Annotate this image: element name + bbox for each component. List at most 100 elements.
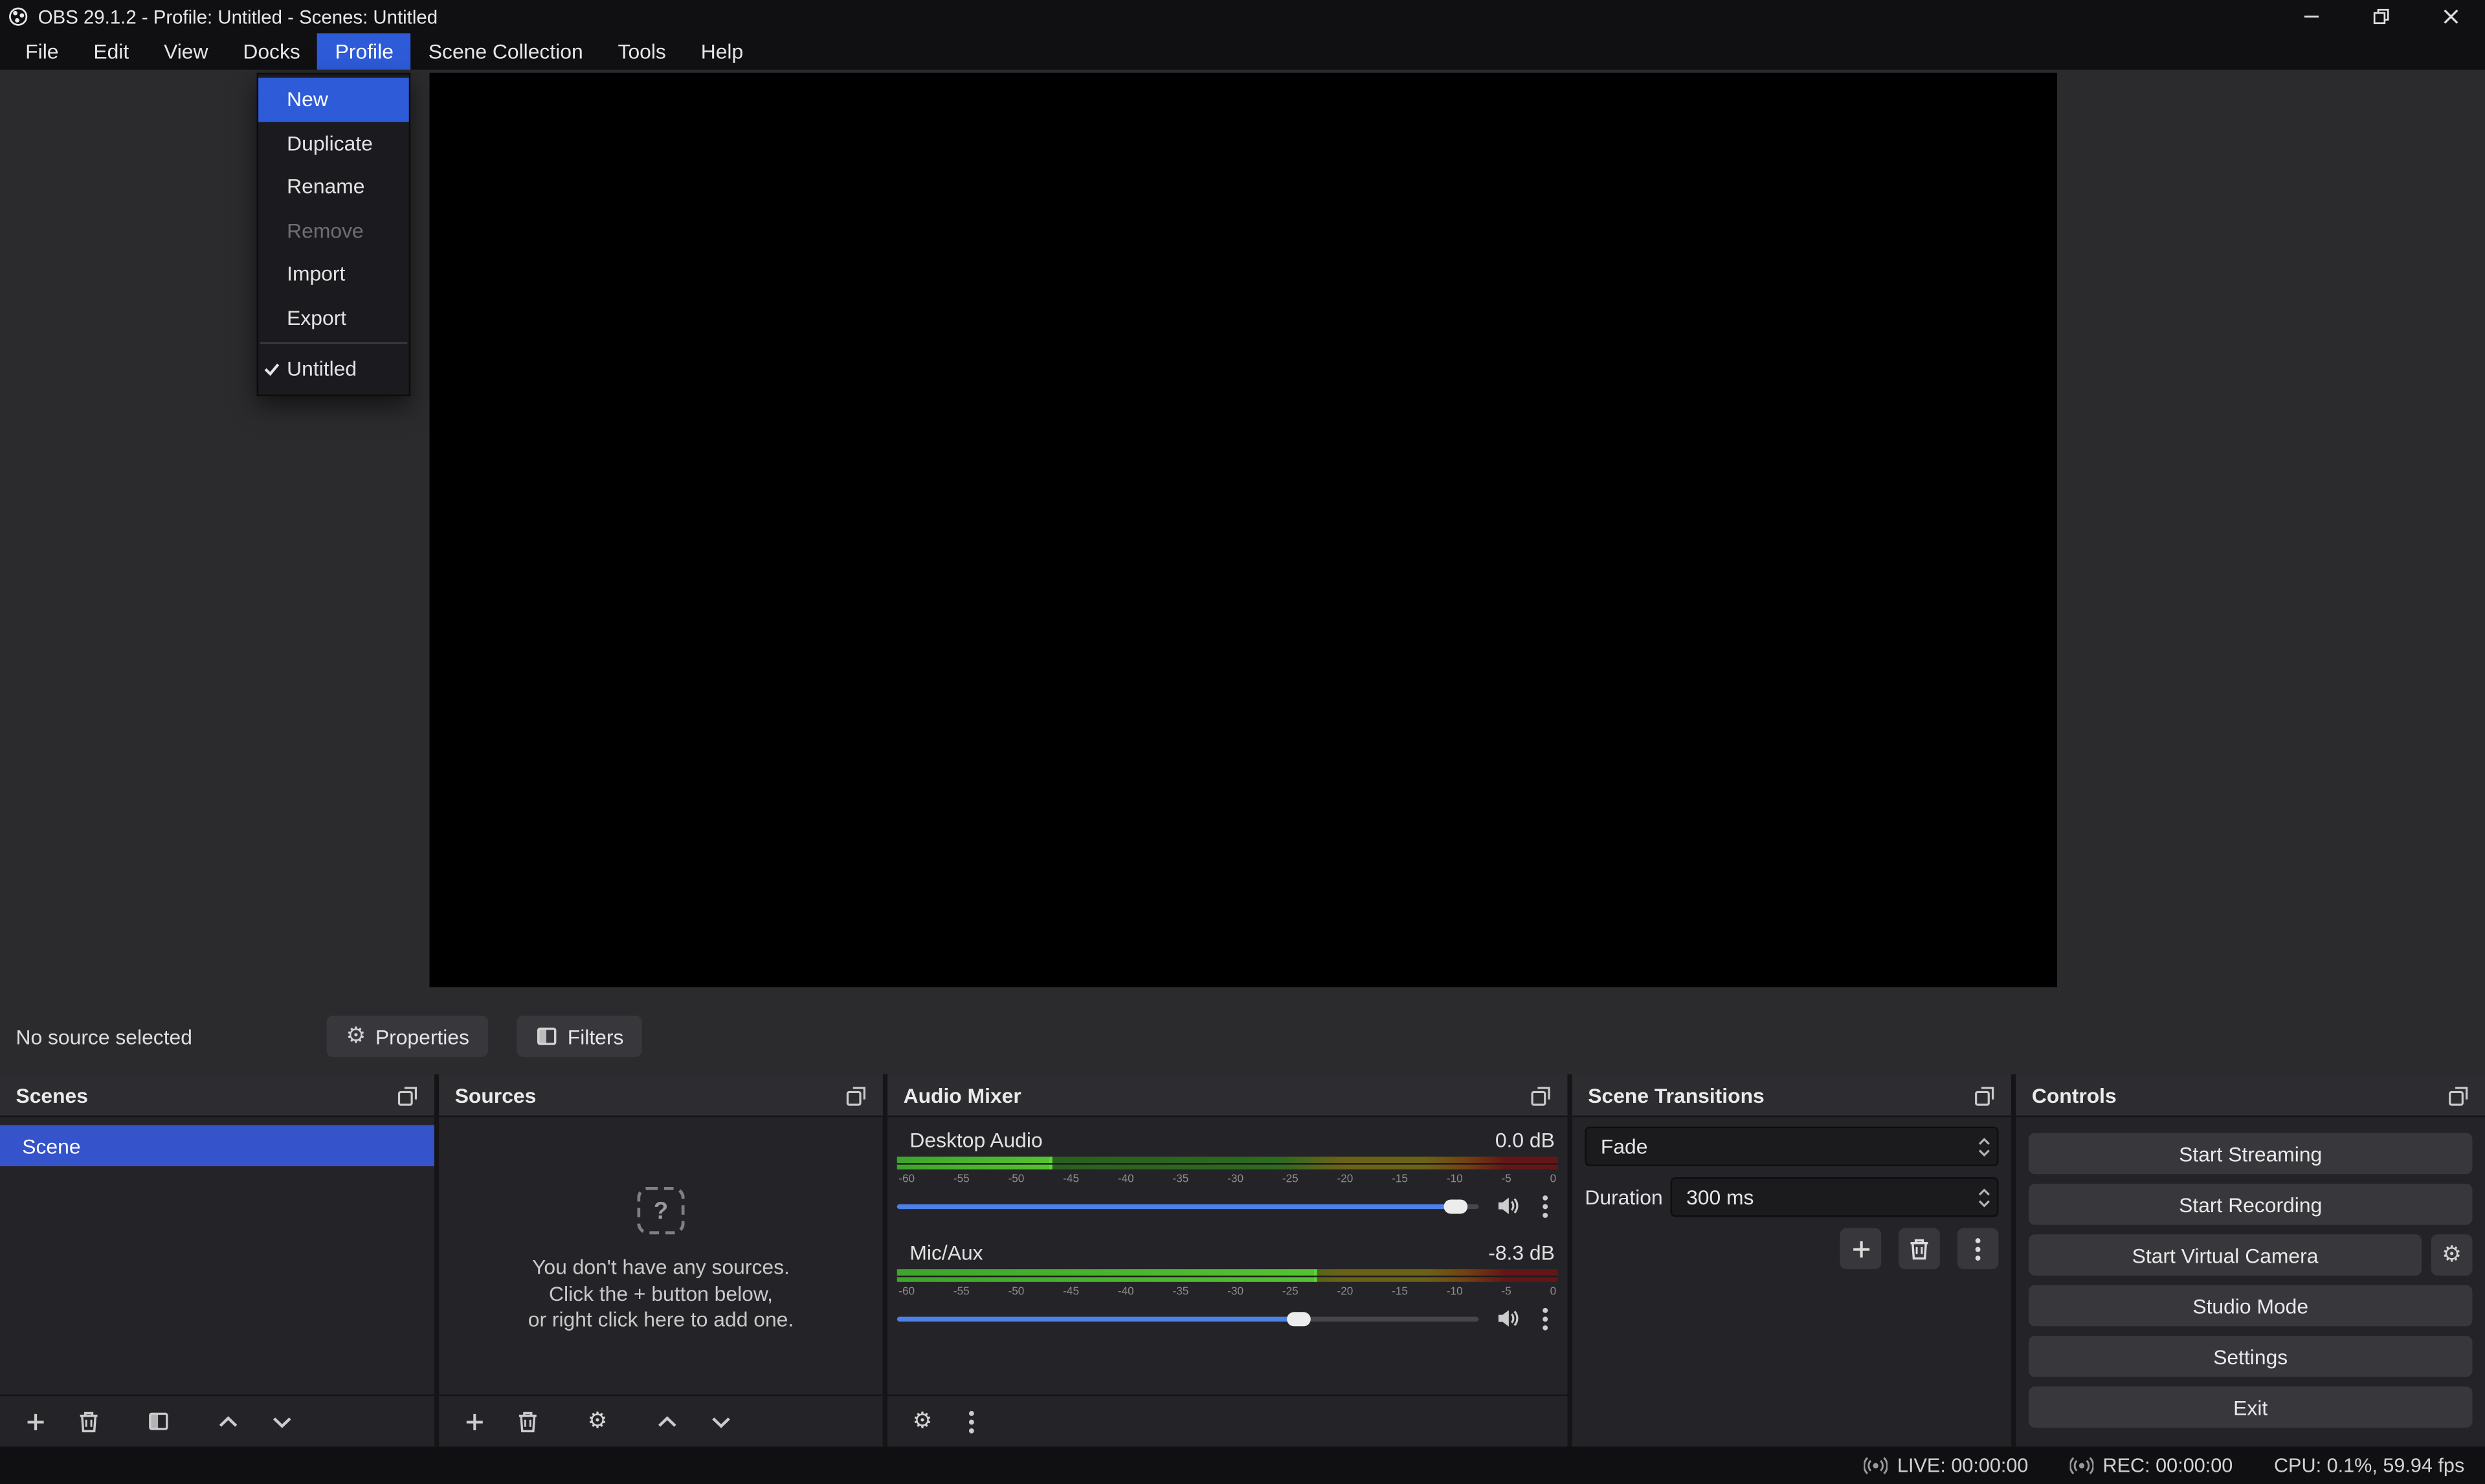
tick-label: -30 xyxy=(1227,1171,1243,1186)
scene-list-item[interactable]: Scene xyxy=(0,1125,434,1166)
close-button[interactable] xyxy=(2415,0,2485,33)
live-time: LIVE: 00:00:00 xyxy=(1897,1454,2028,1476)
mute-button[interactable] xyxy=(1493,1304,1521,1333)
tick-label: -45 xyxy=(1063,1283,1079,1299)
statusbar: LIVE: 00:00:00 REC: 00:00:00 CPU: 0.1%, … xyxy=(0,1446,2485,1484)
profile-menu-rename[interactable]: Rename xyxy=(258,165,409,208)
mixer-body: Desktop Audio 0.0 dB -60-55-50-45-40-35-… xyxy=(887,1117,1567,1394)
remove-scene-button[interactable] xyxy=(74,1407,103,1435)
mixer-toolbar: ⚙︎ xyxy=(887,1395,1567,1447)
obs-logo-icon xyxy=(8,6,28,27)
mute-button[interactable] xyxy=(1493,1191,1521,1220)
restore-button[interactable] xyxy=(2346,0,2416,33)
meter-scale: -60-55-50-45-40-35-30-25-20-15-10-50 xyxy=(897,1283,1558,1299)
mixer-channel-desktop-audio: Desktop Audio 0.0 dB -60-55-50-45-40-35-… xyxy=(897,1125,1558,1220)
studio-mode-button[interactable]: Studio Mode xyxy=(2029,1285,2473,1327)
gear-icon: ⚙ xyxy=(588,1410,608,1432)
transition-select[interactable]: Fade xyxy=(1585,1127,1998,1166)
scene-transitions-panel: Scene Transitions Fade Duration 300 ms xyxy=(1572,1074,2011,1446)
popout-icon[interactable] xyxy=(2444,1081,2472,1109)
scenes-toolbar xyxy=(0,1395,434,1447)
volume-slider[interactable] xyxy=(897,1191,1479,1220)
slider-handle[interactable] xyxy=(1287,1311,1311,1325)
tick-label: -40 xyxy=(1118,1283,1134,1299)
menu-help[interactable]: Help xyxy=(684,33,761,69)
profile-menu-duplicate[interactable]: Duplicate xyxy=(258,121,409,164)
move-scene-down-button[interactable] xyxy=(268,1407,296,1435)
popout-icon[interactable] xyxy=(393,1081,421,1109)
menu-view[interactable]: View xyxy=(146,33,225,69)
volume-slider[interactable] xyxy=(897,1304,1479,1333)
move-source-up-button[interactable] xyxy=(653,1407,682,1435)
properties-label: Properties xyxy=(375,1024,469,1048)
add-source-button[interactable] xyxy=(460,1407,488,1435)
start-virtual-camera-button[interactable]: Start Virtual Camera xyxy=(2029,1234,2422,1276)
start-recording-button[interactable]: Start Recording xyxy=(2029,1184,2473,1225)
mixer-channel-mic-aux: Mic/Aux -8.3 dB -60-55-50-45-40-35-30-25… xyxy=(897,1237,1558,1333)
source-properties-button[interactable]: ⚙ xyxy=(583,1407,612,1435)
window-title: OBS 29.1.2 - Profile: Untitled - Scenes:… xyxy=(38,6,438,28)
transitions-body: Fade Duration 300 ms xyxy=(1572,1117,2011,1446)
transition-properties-button[interactable] xyxy=(1957,1228,1999,1270)
exit-button[interactable]: Exit xyxy=(2029,1386,2473,1428)
add-transition-button[interactable] xyxy=(1840,1228,1882,1270)
settings-button[interactable]: Settings xyxy=(2029,1336,2473,1377)
menubar: File Edit View Docks Profile Scene Colle… xyxy=(0,33,2485,69)
rec-status: REC: 00:00:00 xyxy=(2069,1454,2233,1476)
volume-meter xyxy=(897,1269,1558,1282)
select-arrows-icon xyxy=(1970,1128,1997,1164)
profile-menu-export[interactable]: Export xyxy=(258,296,409,339)
tick-label: -10 xyxy=(1447,1171,1463,1186)
tick-label: -5 xyxy=(1502,1171,1511,1186)
mixer-menu-button[interactable] xyxy=(962,1407,981,1435)
popout-icon[interactable] xyxy=(1970,1081,1998,1109)
start-streaming-button[interactable]: Start Streaming xyxy=(2029,1133,2473,1175)
advanced-audio-icon[interactable]: ⚙︎ xyxy=(908,1407,937,1435)
preview-canvas[interactable] xyxy=(430,73,2058,988)
properties-button[interactable]: ⚙ Properties xyxy=(327,1015,488,1057)
system-stats: CPU: 0.1%, 59.94 fps xyxy=(2274,1454,2464,1476)
tick-label: -55 xyxy=(953,1283,970,1299)
add-scene-button[interactable] xyxy=(21,1407,49,1435)
titlebar: OBS 29.1.2 - Profile: Untitled - Scenes:… xyxy=(0,0,2485,33)
live-status: LIVE: 00:00:00 xyxy=(1864,1454,2029,1476)
transitions-title: Scene Transitions xyxy=(1588,1083,1764,1107)
menu-docks[interactable]: Docks xyxy=(225,33,317,69)
slider-handle[interactable] xyxy=(1444,1199,1468,1213)
channel-menu-button[interactable] xyxy=(1535,1304,1554,1333)
question-icon: ? xyxy=(637,1187,684,1234)
tick-label: -35 xyxy=(1173,1283,1189,1299)
menu-edit[interactable]: Edit xyxy=(76,33,146,69)
filters-button[interactable]: Filters xyxy=(517,1015,642,1057)
gear-icon: ⚙ xyxy=(346,1025,366,1047)
obs-window: OBS 29.1.2 - Profile: Untitled - Scenes:… xyxy=(0,0,2485,1484)
sources-list[interactable]: ? You don't have any sources. Click the … xyxy=(439,1117,883,1394)
duration-spinbox[interactable]: 300 ms xyxy=(1671,1177,1999,1217)
scene-filters-button[interactable] xyxy=(144,1407,173,1435)
minimize-button[interactable] xyxy=(2276,0,2346,33)
remove-source-button[interactable] xyxy=(513,1407,542,1435)
popout-icon[interactable] xyxy=(841,1081,870,1109)
spinner-arrows-icon[interactable] xyxy=(1970,1179,1997,1215)
audio-mixer-title: Audio Mixer xyxy=(904,1083,1021,1107)
popout-icon[interactable] xyxy=(1526,1081,1555,1109)
remove-transition-button[interactable] xyxy=(1899,1228,1940,1270)
controls-body: Start Streaming Start Recording Start Vi… xyxy=(2016,1117,2485,1428)
profile-menu-new[interactable]: New xyxy=(258,78,409,121)
sources-empty-state: ? You don't have any sources. Click the … xyxy=(439,1117,883,1394)
virtual-camera-settings-button[interactable]: ⚙ xyxy=(2431,1234,2473,1276)
profile-menu-import[interactable]: Import xyxy=(258,252,409,295)
menu-profile[interactable]: Profile xyxy=(318,33,411,69)
tick-label: -15 xyxy=(1392,1283,1408,1299)
profile-menu-untitled[interactable]: Untitled xyxy=(258,347,409,390)
channel-level: 0.0 dB xyxy=(1495,1127,1555,1151)
channel-menu-button[interactable] xyxy=(1535,1191,1554,1220)
tick-label: -20 xyxy=(1337,1171,1354,1186)
move-scene-up-button[interactable] xyxy=(214,1407,243,1435)
meter-scale: -60-55-50-45-40-35-30-25-20-15-10-50 xyxy=(897,1171,1558,1186)
menu-tools[interactable]: Tools xyxy=(601,33,684,69)
menu-scene-collection[interactable]: Scene Collection xyxy=(411,33,601,69)
tick-label: -55 xyxy=(953,1171,970,1186)
menu-file[interactable]: File xyxy=(8,33,76,69)
move-source-down-button[interactable] xyxy=(707,1407,735,1435)
